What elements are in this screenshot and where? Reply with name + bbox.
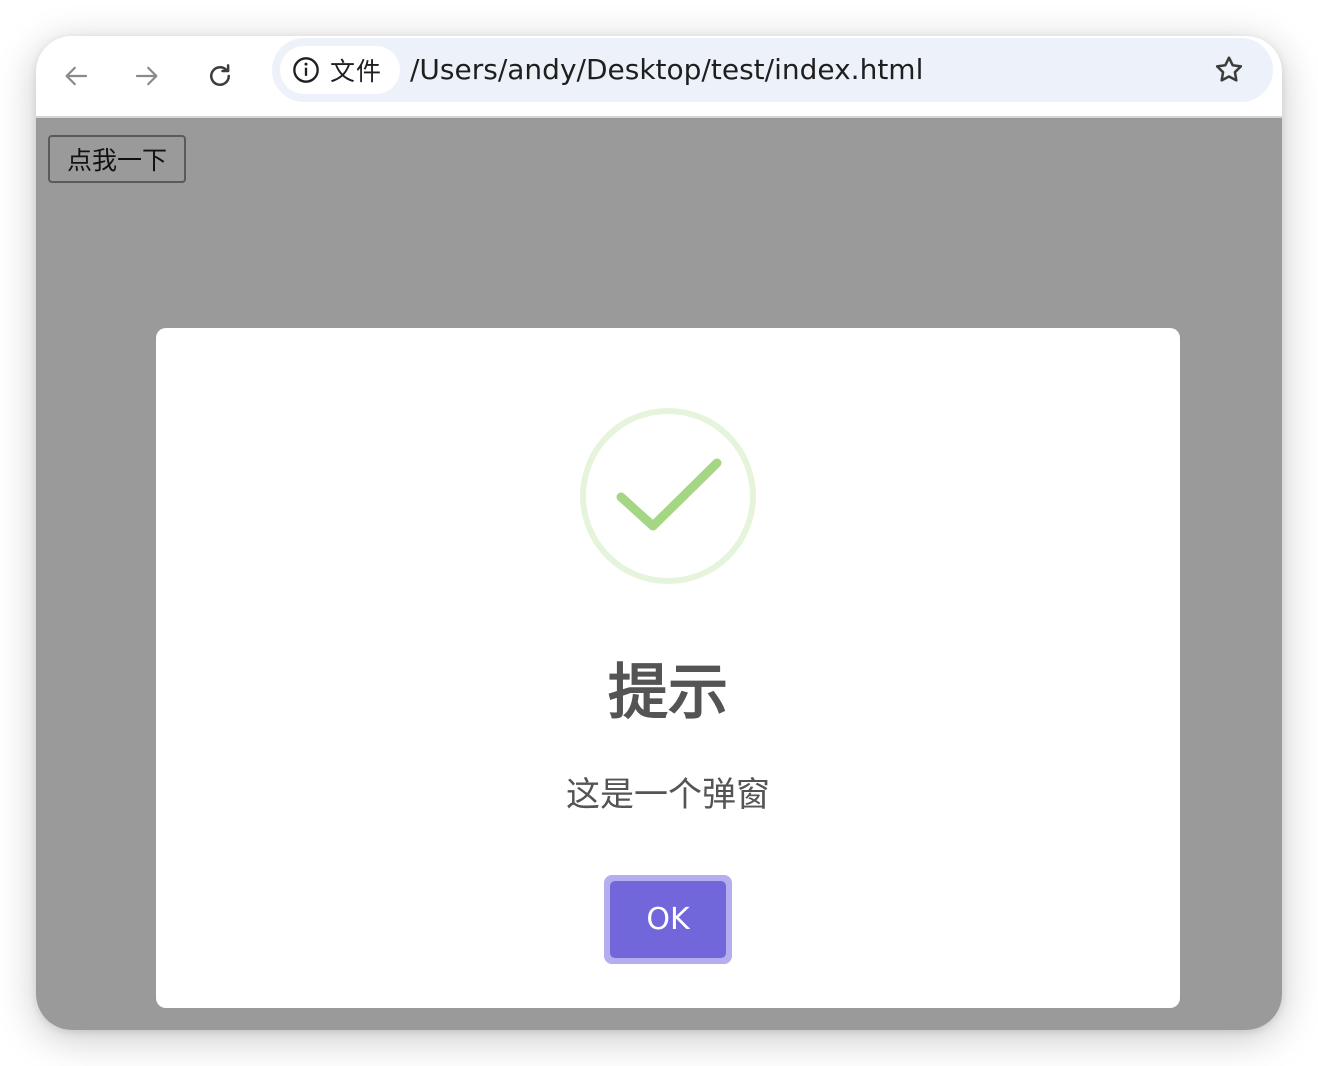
success-check-icon [580, 408, 756, 584]
dialog-title: 提示 [608, 658, 728, 728]
alert-dialog: 提示 这是一个弹窗 OK [156, 328, 1180, 1008]
ok-button-focus-ring: OK [604, 875, 732, 964]
browser-window: 文件 /Users/andy/Desktop/test/index.html 点… [36, 36, 1282, 1030]
success-icon-ring [580, 408, 756, 584]
info-circle-icon [293, 57, 319, 83]
arrow-right-icon [135, 66, 158, 86]
browser-toolbar: 文件 /Users/andy/Desktop/test/index.html [36, 36, 1282, 118]
site-info-chip[interactable]: 文件 [280, 46, 401, 94]
arrow-left-icon [65, 66, 88, 86]
click-me-button[interactable]: 点我一下 [48, 135, 186, 183]
dialog-message: 这是一个弹窗 [566, 775, 770, 815]
ok-button[interactable]: OK [610, 881, 726, 958]
reload-button[interactable] [194, 50, 246, 102]
url-text[interactable]: /Users/andy/Desktop/test/index.html [410, 38, 923, 102]
star-icon [1215, 56, 1243, 82]
site-info-label: 文件 [330, 57, 383, 86]
address-bar[interactable]: 文件 /Users/andy/Desktop/test/index.html [272, 38, 1273, 102]
forward-button[interactable] [121, 50, 173, 102]
reload-icon [210, 64, 230, 86]
back-button[interactable] [50, 50, 102, 102]
page-viewport: 点我一下 提示 这是一个弹窗 OK [36, 118, 1282, 1030]
bookmark-button[interactable] [1205, 46, 1253, 94]
success-icon-checkmark [616, 458, 722, 531]
